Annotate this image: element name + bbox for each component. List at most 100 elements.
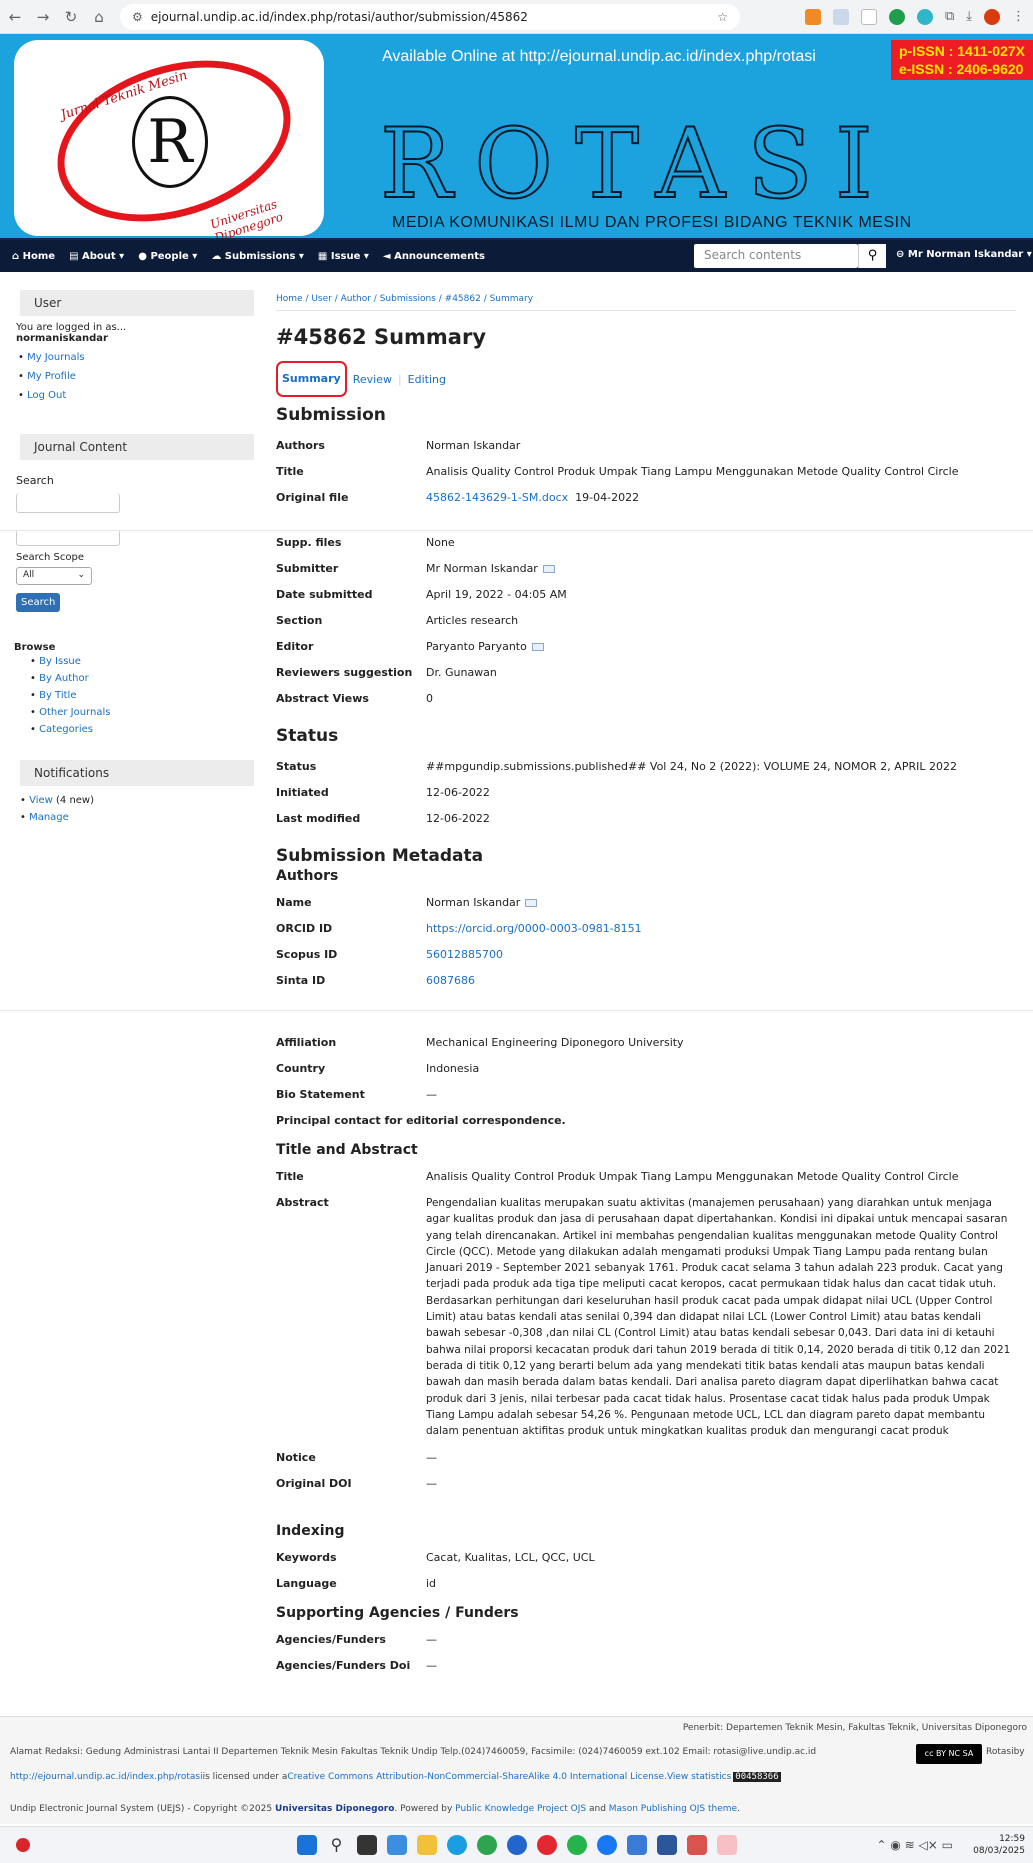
eissn: e-ISSN : 2406-9620 xyxy=(898,61,1024,77)
tab-review[interactable]: Review xyxy=(353,373,392,386)
sidebar: User You are logged in as... normaniskan… xyxy=(16,290,254,405)
extensions-area: ⧉ ⤓ ⋮ xyxy=(804,8,1025,25)
row-authors: Authors Norman Iskandar xyxy=(276,439,521,452)
row-name: Name Norman Iskandar xyxy=(276,890,1016,916)
nav-issue[interactable]: ▦ Issue ▾ xyxy=(318,251,369,262)
cc-license-link[interactable]: Creative Commons Attribution-NonCommerci… xyxy=(287,1772,667,1782)
row-reviewers: Reviewers suggestion Dr. Gunawan xyxy=(276,666,497,679)
app-icon[interactable] xyxy=(386,1835,407,1855)
row-scopus: Scopus ID 56012885700 xyxy=(276,948,503,961)
original-file-link[interactable]: 45862-143629-1-SM.docx xyxy=(426,491,568,504)
menu-kebab-icon[interactable]: ⋮ xyxy=(1012,9,1025,25)
sidebar-link-my-journals[interactable]: • My Journals xyxy=(18,348,254,367)
puzzle-icon[interactable]: ⧉ xyxy=(945,9,954,25)
edge-icon[interactable] xyxy=(446,1835,467,1855)
breadcrumb: Home / User / Author / Submissions / #45… xyxy=(276,294,1016,311)
facebook-icon[interactable] xyxy=(596,1835,617,1855)
bookmark-star-icon[interactable]: ☆ xyxy=(717,10,728,24)
extension-icon[interactable] xyxy=(860,8,877,25)
whatsapp-icon[interactable] xyxy=(566,1835,587,1855)
extension-icon[interactable] xyxy=(888,8,905,25)
clock[interactable]: 12:59 08/03/2025 xyxy=(973,1833,1025,1857)
nav-home[interactable]: ⌂ Home xyxy=(12,251,55,262)
extension-icon[interactable] xyxy=(804,8,821,25)
forward-icon[interactable]: → xyxy=(36,8,50,26)
address-bar[interactable]: ⚙ ejournal.undip.ac.id/index.php/rotasi/… xyxy=(120,3,740,30)
email-icon[interactable] xyxy=(525,899,538,907)
metadata-authors-heading: Authors xyxy=(276,868,339,884)
row-ta-title: Title Analisis Quality Control Produk Ump… xyxy=(276,1170,959,1183)
browse-title: Browse xyxy=(14,642,56,653)
journal-name: ROTASI xyxy=(379,108,895,220)
journal-tagline: MEDIA KOMUNIKASI ILMU DAN PROFESI BIDANG… xyxy=(392,214,912,231)
search-input[interactable]: Search contents xyxy=(694,244,858,268)
cc-license-badge[interactable]: cc BY NC SA xyxy=(916,1744,982,1764)
email-icon[interactable] xyxy=(542,565,555,573)
task-view-icon[interactable] xyxy=(356,1835,377,1855)
site-footer: Penerbit: Departemen Teknik Mesin, Fakul… xyxy=(0,1716,1033,1824)
nav-announcements[interactable]: ◄ Announcements xyxy=(383,251,485,262)
download-icon[interactable]: ⤓ xyxy=(966,9,972,25)
word-icon[interactable] xyxy=(656,1835,677,1855)
journal-logo[interactable]: Jurnal Teknik Mesin R Universitas Dipone… xyxy=(14,34,324,238)
browse-by-author[interactable]: • By Author xyxy=(30,670,254,687)
user-menu[interactable]: ⊖ Mr Norman Iskandar ▾ xyxy=(896,249,1032,260)
view-statistics-link[interactable]: View statistics xyxy=(667,1772,731,1782)
file-explorer-icon[interactable] xyxy=(416,1835,437,1855)
browse-by-title[interactable]: • By Title xyxy=(30,687,254,704)
scopus-link[interactable]: 56012885700 xyxy=(426,948,503,961)
app-icon[interactable] xyxy=(686,1835,707,1855)
row-editor: Editor Paryanto Paryanto xyxy=(276,634,1016,660)
app-icon[interactable] xyxy=(716,1835,737,1855)
app-icon[interactable] xyxy=(506,1835,527,1855)
nav-submissions[interactable]: ☁ Submissions ▾ xyxy=(211,251,304,262)
row-keywords: Keywords Cacat, Kualitas, LCL, QCC, UCL xyxy=(276,1551,595,1565)
journal-banner: Jurnal Teknik Mesin R Universitas Dipone… xyxy=(0,34,1033,240)
row-status: Status ##mpgundip.submissions.published##… xyxy=(276,760,957,773)
site-info-icon[interactable]: ⚙ xyxy=(132,10,143,24)
back-icon[interactable]: ← xyxy=(8,8,22,26)
search-scope-select[interactable]: All ⌄ xyxy=(16,567,92,585)
sidebar-link-log-out[interactable]: • Log Out xyxy=(18,386,254,405)
status-heading: Status xyxy=(276,726,339,746)
os-taskbar: ⚲ ⌃ ◉ ≋ ◁× ▭ 12:59 08/03/2025 xyxy=(0,1826,1033,1863)
app-icon[interactable] xyxy=(536,1835,557,1855)
row-orcid: ORCID ID https://orcid.org/0000-0003-0981… xyxy=(276,922,642,935)
tab-editing[interactable]: Editing xyxy=(408,373,446,386)
sinta-link[interactable]: 6087686 xyxy=(426,974,475,984)
mason-link[interactable]: Mason Publishing OJS theme xyxy=(609,1804,737,1814)
row-language: Language id xyxy=(276,1577,437,1591)
chrome-icon[interactable] xyxy=(476,1835,497,1855)
sidebar-link-my-profile[interactable]: • My Profile xyxy=(18,367,254,386)
orcid-link[interactable]: https://orcid.org/0000-0003-0981-8151 xyxy=(426,922,642,935)
browse-by-issue[interactable]: • By Issue xyxy=(30,653,254,670)
sidebar-search-input[interactable] xyxy=(16,493,120,513)
sidebar-search-input-lower[interactable] xyxy=(16,530,120,546)
profile-avatar[interactable] xyxy=(984,8,1000,25)
app-icon[interactable] xyxy=(626,1835,647,1855)
reload-icon[interactable]: ↻ xyxy=(64,8,78,26)
notifications-manage[interactable]: • Manage xyxy=(20,809,254,826)
email-icon[interactable] xyxy=(531,643,544,651)
submission-tabs: Summary Review | Editing xyxy=(276,361,1016,397)
search-icon[interactable]: ⚲ xyxy=(858,244,886,268)
journal-link[interactable]: http://ejournal.undip.ac.id/index.php/ro… xyxy=(10,1772,203,1782)
notifications-view[interactable]: • View (4 new) xyxy=(20,792,254,809)
tab-summary[interactable]: Summary xyxy=(276,361,347,397)
row-abstract: Abstract Pengendalian kualitas merupakan … xyxy=(276,1196,1011,1438)
univ-link[interactable]: Universitas Diponegoro xyxy=(275,1804,394,1814)
search-icon[interactable]: ⚲ xyxy=(327,1835,347,1855)
browse-other-journals[interactable]: • Other Journals xyxy=(30,704,254,721)
system-tray[interactable]: ⌃ ◉ ≋ ◁× ▭ xyxy=(877,1838,953,1852)
license-line: http://ejournal.undip.ac.id/index.php/ro… xyxy=(10,1772,781,1782)
nav-people[interactable]: ● People ▾ xyxy=(138,251,197,262)
notification-badge-icon[interactable] xyxy=(16,1838,30,1852)
browse-categories[interactable]: • Categories xyxy=(30,721,254,738)
extension-icon[interactable] xyxy=(832,8,849,25)
extension-icon[interactable] xyxy=(916,8,933,25)
home-icon[interactable]: ⌂ xyxy=(92,8,106,26)
pkp-link[interactable]: Public Knowledge Project OJS xyxy=(455,1804,586,1814)
start-icon[interactable] xyxy=(296,1835,317,1855)
sidebar-search-button[interactable]: Search xyxy=(16,593,61,612)
nav-about[interactable]: ▤ About ▾ xyxy=(69,251,124,262)
